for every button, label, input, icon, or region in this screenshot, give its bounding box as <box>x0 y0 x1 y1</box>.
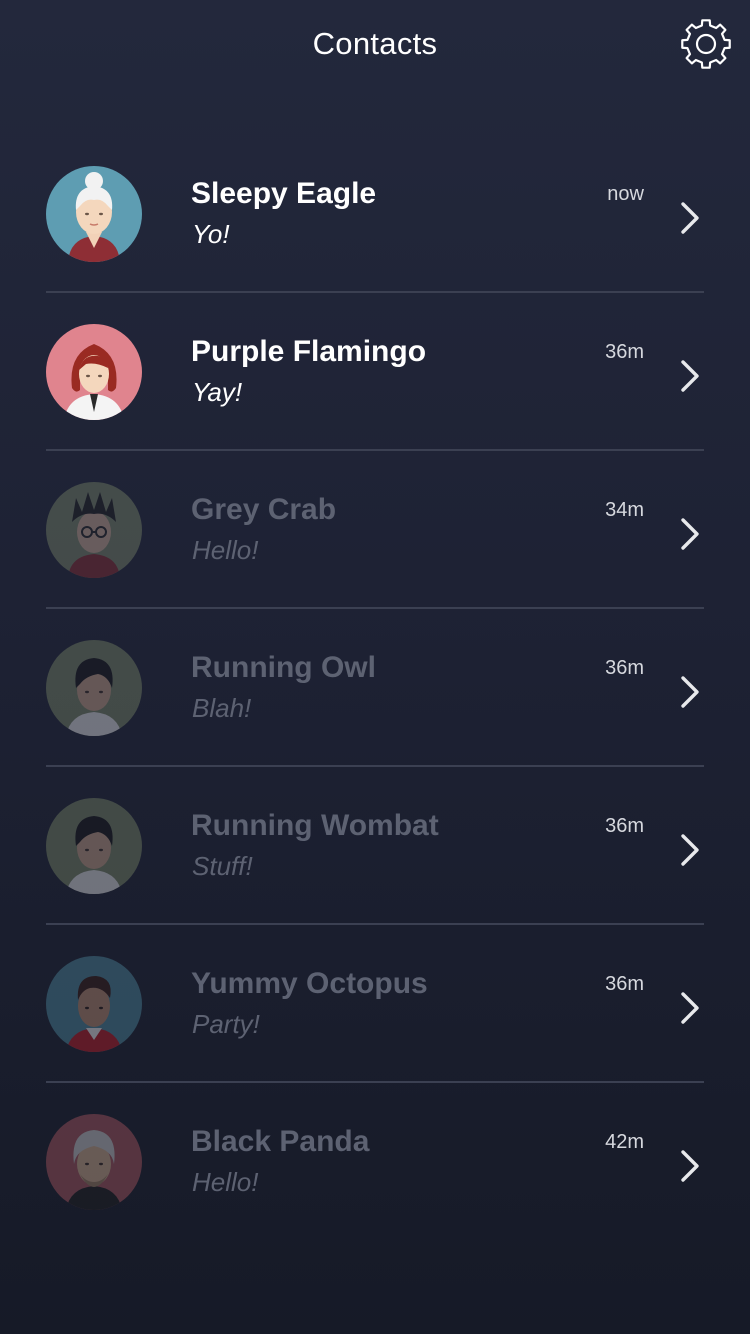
contact-name: Purple Flamingo <box>191 335 427 368</box>
contact-row[interactable]: Purple Flamingo Yay! 36m <box>0 293 750 451</box>
contact-row[interactable]: Running Owl Blah! 36m <box>0 609 750 767</box>
contact-name: Running Wombat <box>191 809 439 842</box>
avatar <box>46 482 142 578</box>
contact-last-message: Party! <box>192 1009 260 1039</box>
settings-button[interactable] <box>678 16 734 72</box>
contact-last-message: Yo! <box>192 219 230 249</box>
avatar <box>46 798 142 894</box>
contact-last-message: Blah! <box>192 693 252 723</box>
contact-name: Sleepy Eagle <box>191 177 377 210</box>
contact-last-message: Hello! <box>192 1167 259 1197</box>
contact-name: Yummy Octopus <box>191 967 428 1000</box>
contact-name: Black Panda <box>191 1125 370 1158</box>
contact-timestamp: now <box>607 183 644 205</box>
contact-name: Grey Crab <box>191 493 337 526</box>
avatar <box>46 1114 142 1210</box>
contact-row[interactable]: Running Wombat Stuff! 36m <box>0 767 750 925</box>
contact-name: Running Owl <box>191 651 376 684</box>
contact-last-message: Stuff! <box>192 851 253 881</box>
contact-timestamp: 36m <box>605 657 644 679</box>
contact-timestamp: 42m <box>605 1131 644 1153</box>
chevron-right-icon[interactable] <box>678 1149 702 1183</box>
contact-row[interactable]: Sleepy Eagle Yo! now <box>0 135 750 293</box>
page-title: Contacts <box>312 26 438 61</box>
contact-list: Sleepy Eagle Yo! now Purple Flamingo Yay… <box>0 135 750 1241</box>
chevron-right-icon[interactable] <box>678 675 702 709</box>
avatar <box>46 640 142 736</box>
contact-last-message: Hello! <box>192 535 259 565</box>
chevron-right-icon[interactable] <box>678 201 702 235</box>
contact-timestamp: 36m <box>605 973 644 995</box>
avatar <box>46 956 142 1052</box>
chevron-right-icon[interactable] <box>678 359 702 393</box>
gear-icon <box>681 19 731 69</box>
contact-timestamp: 36m <box>605 341 644 363</box>
contact-row[interactable]: Grey Crab Hello! 34m <box>0 451 750 609</box>
avatar <box>46 166 142 262</box>
chevron-right-icon[interactable] <box>678 833 702 867</box>
contact-row[interactable]: Black Panda Hello! 42m <box>0 1083 750 1241</box>
contact-last-message: Yay! <box>192 377 243 407</box>
chevron-right-icon[interactable] <box>678 517 702 551</box>
contact-timestamp: 36m <box>605 815 644 837</box>
top-bar: Contacts <box>0 0 750 90</box>
contact-timestamp: 34m <box>605 499 644 521</box>
contact-row[interactable]: Yummy Octopus Party! 36m <box>0 925 750 1083</box>
chevron-right-icon[interactable] <box>678 991 702 1025</box>
avatar <box>46 324 142 420</box>
